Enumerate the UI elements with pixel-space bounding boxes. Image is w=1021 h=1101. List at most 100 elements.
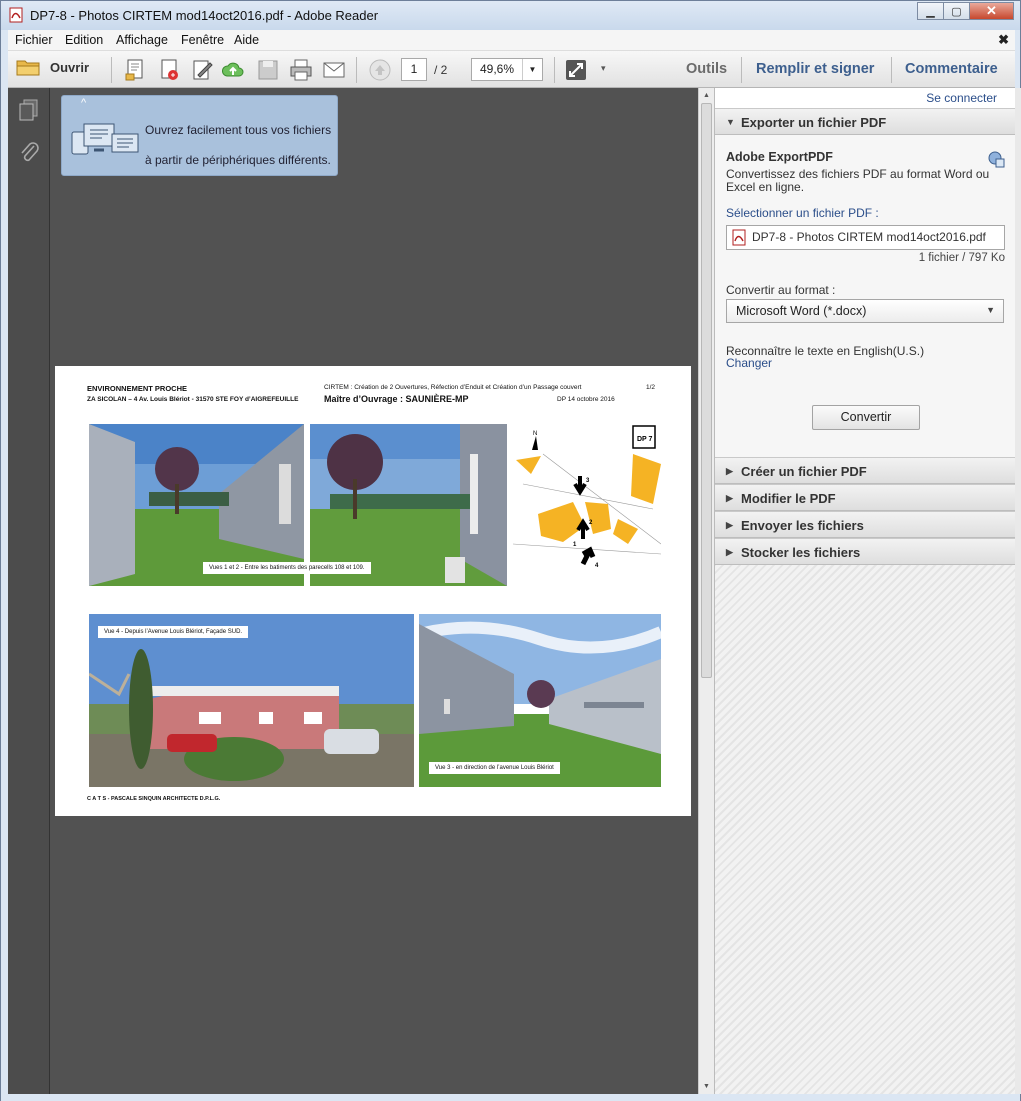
comment-link[interactable]: Commentaire (905, 61, 998, 77)
pdf-page: ENVIRONNEMENT PROCHE ZA SICOLAN – 4 Av. … (55, 366, 691, 816)
menu-fenetre[interactable]: Fenêtre (181, 33, 224, 47)
caption-vue-3: Vue 3 - en direction de l’avenue Louis B… (429, 762, 560, 774)
fill-sign-link[interactable]: Remplir et signer (756, 61, 874, 77)
scroll-up-icon[interactable]: ▲ (703, 92, 710, 99)
document-scrollbar[interactable]: ▲ ▼ (698, 88, 714, 1094)
menu-fichier[interactable]: Fichier (15, 33, 53, 47)
create-pdf-section-header[interactable]: ▶ Créer un fichier PDF (715, 457, 1015, 484)
caption-vues-1-2: Vues 1 et 2 - Entre les batiments des pa… (203, 562, 371, 574)
export-header-label: Exporter un fichier PDF (741, 115, 887, 130)
menu-bar: Fichier Edition Affichage Fenêtre Aide ✖ (8, 30, 1015, 51)
site-map: N 3 2 1 4 DP 7 (513, 424, 661, 574)
cloud-upload-icon[interactable] (221, 58, 245, 82)
document-viewer[interactable]: ^ Ouvrez facilement tous vos fichiers à … (50, 88, 698, 1094)
format-select[interactable]: Microsoft Word (*.docx) ▼ (726, 299, 1004, 323)
create-pdf-icon[interactable] (124, 58, 148, 82)
previous-page-icon[interactable] (368, 58, 392, 82)
collapse-icon[interactable]: ^ (81, 97, 86, 109)
collapsed-triangle-icon: ▶ (726, 547, 733, 557)
selected-file-name: DP7-8 - Photos CIRTEM mod14oct2016.pdf (752, 230, 986, 244)
open-button[interactable]: Ouvrir (16, 58, 89, 76)
export-info-icon[interactable] (987, 150, 1005, 168)
edit-pdf-section-header[interactable]: ▶ Modifier le PDF (715, 484, 1015, 511)
folder-icon (16, 60, 40, 76)
photo-vue-4 (89, 614, 414, 787)
zoom-select[interactable]: 49,6% ▼ (471, 58, 543, 81)
fit-page-icon[interactable] (564, 58, 588, 82)
store-files-label: Stocker les fichiers (741, 545, 861, 560)
pdf-footer: C A T S - PASCALE SINQUIN ARCHITECTE D.P… (87, 796, 221, 802)
caption-vue-4: Vue 4 - Depuis l’Avenue Louis Blériot, F… (98, 626, 249, 638)
tasks-pane: Se connecter ▼ Exporter un fichier PDF A… (714, 88, 1015, 1094)
maximize-button[interactable]: ▢ (943, 2, 970, 20)
tools-link[interactable]: Outils (686, 61, 727, 77)
change-language-link[interactable]: Changer (726, 356, 772, 370)
env-title: ENVIRONNEMENT PROCHE (87, 384, 188, 393)
print-icon[interactable] (289, 58, 313, 82)
export-description: Convertissez des fichiers PDF au format … (726, 167, 990, 194)
page-thumbnails-icon[interactable] (18, 98, 40, 122)
scroll-down-icon[interactable]: ▼ (703, 1083, 710, 1090)
page-index: 1/2 (646, 384, 656, 391)
export-pdf-section-header[interactable]: ▼ Exporter un fichier PDF (715, 108, 1015, 135)
pane-top-bar: Se connecter (715, 88, 1015, 108)
window-bottom-border (1, 1094, 1020, 1101)
devices-icon (71, 123, 139, 155)
selected-file-field[interactable]: DP7-8 - Photos CIRTEM mod14oct2016.pdf (726, 225, 1005, 250)
minimize-icon: ▁ (926, 5, 935, 18)
send-files-section-header[interactable]: ▶ Envoyer les fichiers (715, 511, 1015, 538)
pane-scrollbar[interactable] (1015, 88, 1021, 1094)
collapsed-triangle-icon: ▶ (726, 466, 733, 476)
title-bar: DP7-8 - Photos CIRTEM mod14oct2016.pdf -… (1, 1, 1020, 30)
store-files-section-header[interactable]: ▶ Stocker les fichiers (715, 538, 1015, 565)
menu-affichage[interactable]: Affichage (116, 33, 168, 47)
dp-box-label: DP 7 (637, 436, 653, 443)
close-window-button[interactable]: ✕ (969, 2, 1014, 20)
map-north: N (533, 431, 537, 437)
toolbar-separator (891, 57, 892, 83)
promo-line-1: Ouvrez facilement tous vos fichiers (145, 123, 332, 137)
format-value: Microsoft Word (*.docx) (736, 304, 867, 318)
attachments-icon[interactable] (18, 140, 40, 164)
menu-aide[interactable]: Aide (234, 33, 259, 47)
toolbar-separator (741, 57, 742, 83)
chevron-down-icon: ▼ (986, 305, 995, 315)
edit-pdf-label: Modifier le PDF (741, 491, 836, 506)
app-window: DP7-8 - Photos CIRTEM mod14oct2016.pdf -… (0, 0, 1021, 1101)
export-service-title: Adobe ExportPDF (726, 150, 833, 164)
close-icon: ✕ (986, 3, 997, 18)
toolbar-options-icon[interactable]: ▾ (601, 63, 606, 74)
combine-pdf-icon[interactable] (157, 58, 181, 82)
send-files-label: Envoyer les fichiers (741, 518, 864, 533)
close-document-button[interactable]: ✖ (998, 32, 1009, 48)
dp-date: DP 14 octobre 2016 (557, 396, 615, 403)
adobe-reader-icon (9, 7, 23, 23)
toolbar-separator (554, 57, 555, 83)
maximize-icon: ▢ (951, 5, 962, 18)
promo-line-2: à partir de périphériques différents. (145, 153, 331, 167)
convert-button[interactable]: Convertir (812, 405, 920, 430)
email-icon[interactable] (322, 58, 346, 82)
minimize-button[interactable]: ▁ (917, 2, 944, 20)
page-number-input[interactable]: 1 (401, 58, 427, 81)
menu-edition[interactable]: Edition (65, 33, 103, 47)
open-label: Ouvrir (50, 59, 90, 75)
scroll-thumb[interactable] (701, 103, 712, 678)
sign-in-link[interactable]: Se connecter (926, 91, 997, 105)
file-count: 1 fichier / 797 Ko (918, 252, 1005, 264)
devices-promo-banner[interactable]: ^ Ouvrez facilement tous vos fichiers à … (61, 95, 338, 176)
select-file-label: Sélectionner un fichier PDF : (726, 206, 879, 220)
page-total: / 2 (434, 63, 448, 77)
export-pdf-panel: Adobe ExportPDF Convertissez des fichier… (715, 135, 1015, 457)
chevron-down-icon[interactable]: ▼ (522, 59, 542, 80)
address: ZA SICOLAN – 4 Av. Louis Blériot - 31570… (87, 396, 299, 403)
create-pdf-label: Créer un fichier PDF (741, 464, 867, 479)
project-title: CIRTEM : Création de 2 Ouvertures, Réfec… (324, 384, 582, 391)
convert-format-label: Convertir au format : (726, 283, 836, 297)
collapsed-triangle-icon: ▶ (726, 520, 733, 530)
collapsed-triangle-icon: ▶ (726, 493, 733, 503)
toolbar-separator (356, 57, 357, 83)
edit-pdf-icon[interactable] (190, 58, 214, 82)
save-icon[interactable] (256, 58, 280, 82)
expanded-triangle-icon: ▼ (726, 117, 735, 127)
